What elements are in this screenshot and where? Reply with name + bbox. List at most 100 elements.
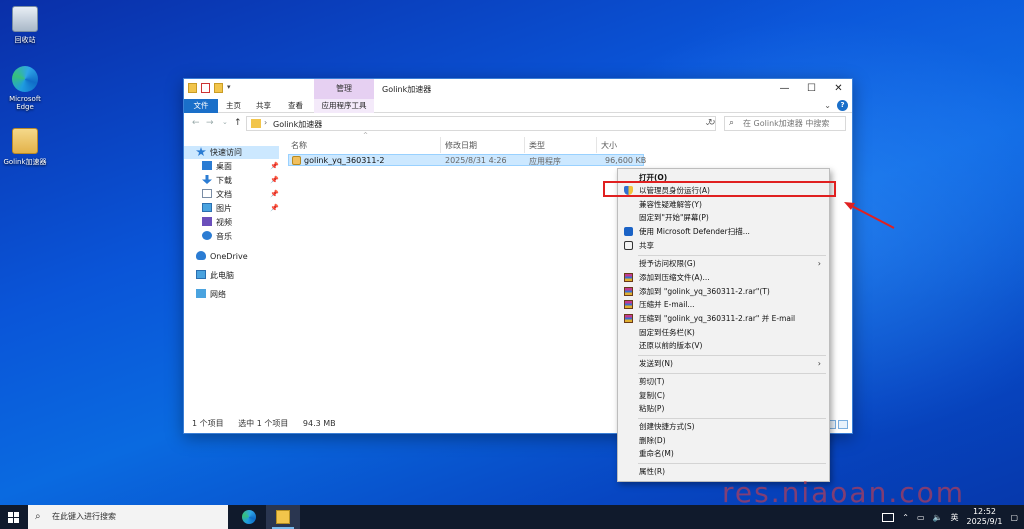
menu-label: 共享 <box>639 241 654 250</box>
nav-item-documents[interactable]: 文档 <box>202 188 232 201</box>
menu-separator <box>638 418 826 419</box>
status-item-count: 1 个项目 <box>192 419 224 428</box>
manage-contextual-tab[interactable]: 管理 <box>314 79 374 99</box>
menu-label: 删除(D) <box>639 436 666 445</box>
menu-item-rename[interactable]: 重命名(M) <box>618 447 829 460</box>
back-icon[interactable]: ← <box>192 118 200 128</box>
start-button[interactable] <box>0 505 28 529</box>
chevron-up-icon[interactable]: ⌃ <box>902 513 909 522</box>
tab-home[interactable]: 主页 <box>226 99 241 113</box>
tab-file[interactable]: 文件 <box>184 99 218 113</box>
menu-item-restore-versions[interactable]: 还原以前的版本(V) <box>618 339 829 352</box>
tab-share[interactable]: 共享 <box>256 99 271 113</box>
tab-app-tools[interactable]: 应用程序工具 <box>314 99 374 113</box>
desktop-icon-edge[interactable]: Microsoft Edge <box>0 66 50 111</box>
windows-logo-icon <box>14 518 19 523</box>
file-date: 2025/8/31 4:26 <box>445 156 507 165</box>
column-header-name[interactable]: 名称 <box>291 140 307 151</box>
quick-access-toolbar: ▾ <box>188 83 235 93</box>
nav-item-desktop[interactable]: 桌面 <box>202 160 232 173</box>
menu-item-pin-to-taskbar[interactable]: 固定到任务栏(K) <box>618 326 829 339</box>
network-icon <box>196 289 206 298</box>
nav-item-this-pc[interactable]: 此电脑 <box>196 269 234 282</box>
refresh-icon[interactable]: ↻ <box>708 118 716 128</box>
notifications-icon[interactable]: ▢ <box>1010 513 1018 522</box>
desktop-icon-label: 回收站 <box>14 36 36 44</box>
menu-item-pin-to-start[interactable]: 固定到"开始"屏幕(P) <box>618 211 829 224</box>
help-icon[interactable]: ? <box>837 100 848 111</box>
ribbon-tabs: 文件 主页 共享 查看 应用程序工具 ⌄ ? <box>184 99 852 113</box>
forward-icon[interactable]: → <box>206 118 214 128</box>
chevron-down-icon[interactable]: ▾ <box>227 83 235 93</box>
title-bar[interactable]: ▾ 管理 Golink加速器 — ☐ ✕ <box>184 79 852 99</box>
nav-label: 快速访问 <box>210 148 242 157</box>
minimize-button[interactable]: — <box>771 79 798 99</box>
taskbar-app-file-explorer[interactable] <box>266 505 300 529</box>
menu-item-copy[interactable]: 复制(C) <box>618 389 829 402</box>
taskbar-search-box[interactable]: ⌕ 在此键入进行搜索 <box>28 505 228 529</box>
column-divider[interactable] <box>440 137 441 153</box>
table-row[interactable]: golink_yq_360311-2 2025/8/31 4:26 应用程序 9… <box>288 154 646 166</box>
column-header-size[interactable]: 大小 <box>601 140 617 151</box>
onedrive-icon <box>196 251 206 260</box>
menu-item-create-shortcut[interactable]: 创建快捷方式(S) <box>618 420 829 433</box>
search-input[interactable]: ⌕ 在 Golink加速器 中搜索 <box>724 116 846 131</box>
nav-item-onedrive[interactable]: OneDrive <box>196 250 248 263</box>
clock[interactable]: 12:52 2025/9/1 <box>967 507 1003 527</box>
menu-label: 还原以前的版本(V) <box>639 341 703 350</box>
ime-indicator[interactable]: 英 <box>951 512 959 523</box>
menu-label: 复制(C) <box>639 391 666 400</box>
defender-icon <box>624 227 633 236</box>
up-icon[interactable]: ↑ <box>234 118 242 128</box>
system-tray: ⌃ ▭ 🔈 英 12:52 2025/9/1 ▢ <box>882 505 1018 529</box>
chevron-right-icon: › <box>817 259 821 268</box>
new-folder-icon[interactable] <box>214 83 223 93</box>
menu-item-add-to-rar[interactable]: 添加到 "golink_yq_360311-2.rar"(T) <box>618 285 829 298</box>
menu-item-give-access[interactable]: 授予访问权限(G) › <box>618 257 829 270</box>
menu-item-paste[interactable]: 粘贴(P) <box>618 402 829 415</box>
column-header-type[interactable]: 类型 <box>529 140 545 151</box>
nav-item-music[interactable]: 音乐 <box>202 230 232 243</box>
pin-icon: 📌 <box>270 176 279 184</box>
column-divider[interactable] <box>596 137 597 153</box>
notification-area-icon[interactable] <box>882 512 895 522</box>
menu-item-send-to[interactable]: 发送到(N) › <box>618 357 829 370</box>
desktop-icon-recycle-bin[interactable]: 回收站 <box>0 6 50 45</box>
nav-item-network[interactable]: 网络 <box>196 288 226 301</box>
large-icons-view-icon[interactable] <box>838 420 848 429</box>
folder-icon[interactable] <box>188 83 197 93</box>
address-bar[interactable]: › Golink加速器 ⌄ <box>246 116 716 131</box>
menu-item-share[interactable]: 共享 <box>618 239 829 252</box>
nav-item-quick-access[interactable]: 快速访问 <box>184 146 279 159</box>
recent-chevron-icon[interactable]: ⌄ <box>222 118 228 126</box>
tab-view[interactable]: 查看 <box>288 99 303 113</box>
menu-item-compress-rar-email[interactable]: 压缩到 "golink_yq_360311-2.rar" 并 E-mail <box>618 312 829 325</box>
menu-label: 固定到任务栏(K) <box>639 328 695 337</box>
menu-item-add-to-archive[interactable]: 添加到压缩文件(A)... <box>618 271 829 284</box>
videos-icon <box>202 217 212 226</box>
taskbar-app-edge[interactable] <box>232 505 266 529</box>
network-icon[interactable]: ▭ <box>917 513 925 522</box>
menu-item-compress-email[interactable]: 压缩并 E-mail... <box>618 298 829 311</box>
expand-ribbon-icon[interactable]: ⌄ <box>824 101 831 110</box>
menu-item-cut[interactable]: 剪切(T) <box>618 375 829 388</box>
properties-icon[interactable] <box>201 83 210 93</box>
nav-label: 图片 <box>216 204 232 213</box>
documents-icon <box>202 189 212 198</box>
menu-item-delete[interactable]: 删除(D) <box>618 434 829 447</box>
maximize-button[interactable]: ☐ <box>798 79 825 99</box>
desktop-icon-golink[interactable]: Golink加速器 <box>0 128 50 167</box>
column-divider[interactable] <box>524 137 525 153</box>
column-header-date[interactable]: 修改日期 <box>445 140 477 151</box>
close-button[interactable]: ✕ <box>825 79 852 99</box>
nav-item-downloads[interactable]: 下载 <box>202 174 232 187</box>
winrar-icon <box>624 300 633 309</box>
menu-item-defender-scan[interactable]: 使用 Microsoft Defender扫描... <box>618 225 829 238</box>
nav-item-videos[interactable]: 视频 <box>202 216 232 229</box>
menu-item-troubleshoot-compat[interactable]: 兼容性疑难解答(Y) <box>618 198 829 211</box>
menu-label: 粘贴(P) <box>639 404 665 413</box>
pin-icon: 📌 <box>270 190 279 198</box>
volume-icon[interactable]: 🔈 <box>933 513 943 522</box>
nav-item-pictures[interactable]: 图片 <box>202 202 232 215</box>
winrar-icon <box>624 273 633 282</box>
